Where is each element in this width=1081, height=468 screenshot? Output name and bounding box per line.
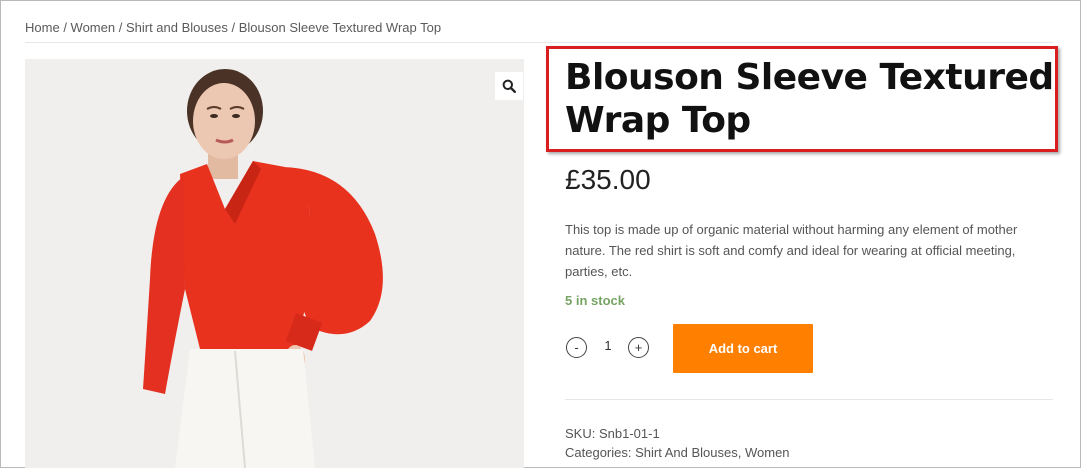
add-to-cart-button[interactable]: Add to cart — [673, 324, 813, 373]
breadcrumb-current: Blouson Sleeve Textured Wrap Top — [238, 20, 442, 35]
stock-status: 5 in stock — [565, 293, 625, 308]
sku-value: Snb1-01-1 — [598, 426, 660, 441]
product-title: Blouson Sleeve Textured Wrap Top — [565, 57, 1054, 141]
categories-separator: , — [737, 445, 745, 460]
breadcrumb-shirt-and-blouses[interactable]: Shirt and Blouses — [126, 20, 228, 35]
sku-label: SKU: — [565, 426, 596, 441]
breadcrumb-separator: / — [231, 20, 239, 35]
product-sku: SKU: Snb1-01-1 — [565, 426, 660, 441]
breadcrumb: Home / Women / Shirt and Blouses / Blous… — [25, 20, 441, 35]
breadcrumb-separator: / — [63, 20, 71, 35]
breadcrumb-divider — [25, 42, 1053, 43]
quantity-decrease-button[interactable]: - — [566, 337, 587, 358]
meta-divider — [565, 399, 1053, 400]
product-categories: Categories: Shirt And Blouses, Women — [565, 445, 790, 460]
quantity-increase-button[interactable]: + — [628, 337, 649, 358]
categories-label: Categories: — [565, 445, 632, 460]
breadcrumb-home[interactable]: Home — [25, 20, 60, 35]
breadcrumb-separator: / — [118, 20, 126, 35]
product-description: This top is made up of organic material … — [565, 222, 1018, 279]
product-image[interactable] — [25, 59, 524, 468]
magnifier-icon — [502, 79, 516, 93]
zoom-button[interactable] — [495, 72, 523, 100]
breadcrumb-women[interactable]: Women — [71, 20, 116, 35]
product-price: £35.00 — [565, 164, 651, 195]
category-link-shirt-and-blouses[interactable]: Shirt And Blouses — [635, 445, 738, 460]
quantity-input[interactable]: 1 — [597, 338, 619, 353]
category-link-women[interactable]: Women — [745, 445, 790, 460]
